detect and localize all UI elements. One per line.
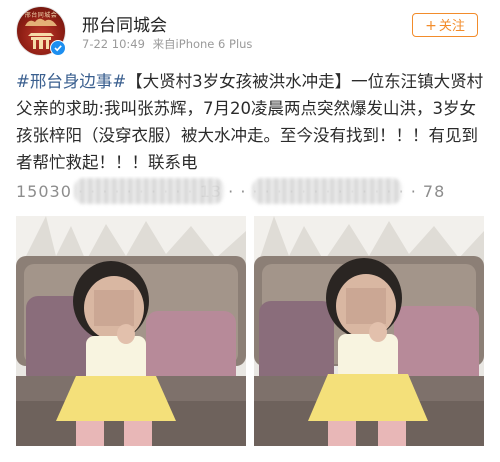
plus-icon: + [425, 18, 437, 34]
post-text: #邢台身边事#【大贤村3岁女孩被洪水冲走】一位东汪镇大贤村父亲的求助:我叫张苏辉… [16, 68, 486, 176]
post-timestamp: 7-22 10:49 [82, 37, 145, 51]
post-source: 来自iPhone 6 Plus [152, 37, 253, 51]
follow-button[interactable]: + 关注 [412, 13, 478, 37]
hashtag-link[interactable]: #邢台身边事# [16, 72, 126, 91]
contact-number-redacted: 15030 · · · · · · · · · · 13 · · · · · ·… [16, 176, 486, 216]
redaction-blur [74, 178, 224, 204]
cloud-icon [25, 18, 57, 26]
child-photo-left[interactable] [16, 216, 246, 446]
account-name[interactable]: 邢台同城会 [82, 11, 167, 36]
post-header: 邢台同城会 邢台同城会 7-22 10:49 来自iPhone 6 Plus +… [0, 0, 500, 60]
redaction-blur [252, 178, 402, 204]
verified-badge-icon [50, 40, 66, 56]
follow-label: 关注 [438, 19, 465, 34]
child-photo-right[interactable] [254, 216, 484, 446]
post-meta: 7-22 10:49 来自iPhone 6 Plus [82, 36, 252, 52]
